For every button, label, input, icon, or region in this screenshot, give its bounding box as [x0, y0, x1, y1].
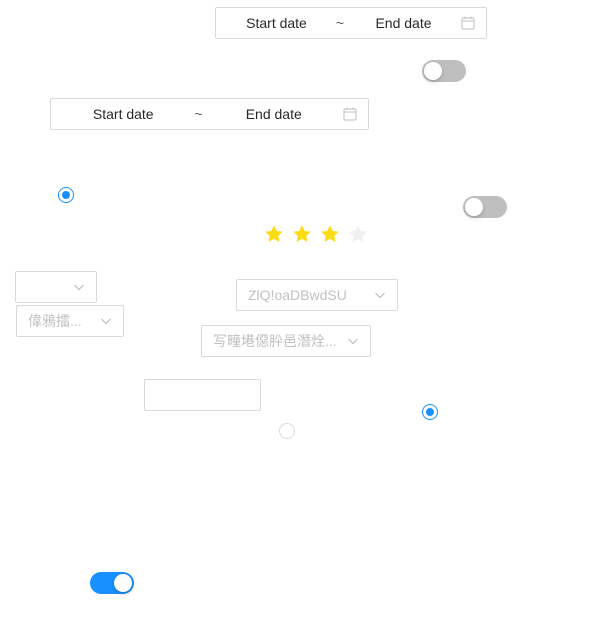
select-disabled-1: 偉鴉擂... — [16, 305, 124, 337]
radio-button-2[interactable] — [422, 404, 438, 420]
chevron-down-icon — [74, 284, 84, 291]
star-icon[interactable] — [264, 224, 284, 244]
date-range-picker-second[interactable]: Start date ~ End date — [50, 98, 369, 130]
radio-button-3[interactable] — [279, 423, 295, 439]
radio-button-1[interactable] — [58, 187, 74, 203]
select-value: 写疃塂僫肸邑潛烇... — [213, 333, 337, 349]
switch-knob — [114, 574, 132, 592]
switch-knob — [465, 198, 483, 216]
star-rating[interactable] — [264, 224, 368, 244]
star-icon[interactable] — [348, 224, 368, 244]
calendar-icon — [343, 107, 357, 121]
date-range-picker-top[interactable]: Start date ~ End date — [215, 7, 487, 39]
select-empty[interactable] — [15, 271, 97, 303]
select-disabled-3: 写疃塂僫肸邑潛烇... — [201, 325, 371, 357]
text-input[interactable] — [144, 379, 261, 411]
star-icon[interactable] — [320, 224, 340, 244]
calendar-icon — [461, 16, 475, 30]
select-disabled-2: ZlQ!oaDBwdSU — [236, 279, 398, 311]
range-separator: ~ — [335, 15, 345, 31]
toggle-switch-3[interactable] — [90, 572, 134, 594]
star-icon[interactable] — [292, 224, 312, 244]
toggle-switch-2[interactable] — [463, 196, 507, 218]
range-separator: ~ — [194, 106, 203, 122]
chevron-down-icon — [375, 292, 385, 299]
start-date-input[interactable]: Start date — [227, 15, 326, 31]
switch-knob — [424, 62, 442, 80]
select-value: ZlQ!oaDBwdSU — [248, 287, 347, 303]
end-date-input[interactable]: End date — [213, 106, 336, 122]
end-date-input[interactable]: End date — [354, 15, 453, 31]
select-value: 偉鴉擂... — [28, 313, 82, 329]
chevron-down-icon — [101, 318, 111, 325]
chevron-down-icon — [348, 338, 358, 345]
start-date-input[interactable]: Start date — [62, 106, 185, 122]
toggle-switch-1[interactable] — [422, 60, 466, 82]
